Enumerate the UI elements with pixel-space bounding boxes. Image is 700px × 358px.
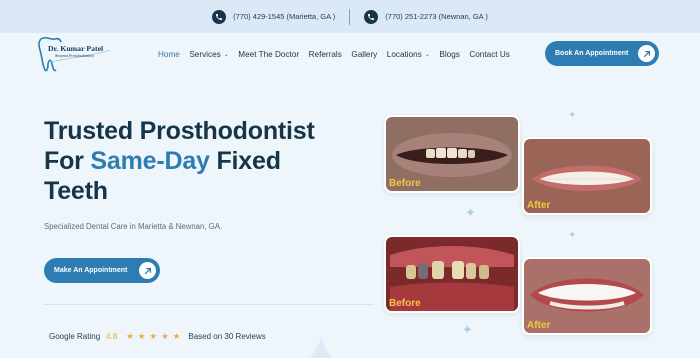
arrow-up-right-icon bbox=[638, 45, 655, 62]
hero-title-highlight: Same-Day bbox=[90, 147, 210, 175]
hero-subtitle: Specialized Dental Care in Marietta & Ne… bbox=[44, 222, 223, 231]
hero-title-line1: Trusted Prosthodontist bbox=[44, 117, 315, 145]
logo-tagline: Smyrna Prosthodontics bbox=[55, 53, 94, 58]
phone-icon bbox=[212, 9, 227, 24]
chevron-down-icon: ⌄ bbox=[223, 52, 229, 58]
before-photo-2: Before bbox=[384, 235, 520, 313]
nav-home[interactable]: Home bbox=[158, 50, 180, 59]
hero-title-for: For bbox=[44, 147, 91, 175]
book-appointment-label: Book An Appointment bbox=[555, 50, 629, 57]
make-appointment-label: Make An Appointment bbox=[54, 267, 128, 274]
rating-reviews[interactable]: Based on 30 Reviews bbox=[188, 332, 265, 341]
phone-newnan-text[interactable]: (770) 251-2273 (Newnan, GA ) bbox=[385, 12, 488, 21]
phone-newnan[interactable]: (770) 251-2273 (Newnan, GA ) bbox=[364, 9, 488, 24]
phone-icon bbox=[364, 9, 379, 24]
hero-title: Trusted Prosthodontist For Same-Day Fixe… bbox=[44, 116, 374, 206]
sparkle-icon: ✦ bbox=[568, 110, 577, 121]
rating-label: Google Rating bbox=[49, 332, 101, 341]
sparkle-icon: ✦ bbox=[465, 205, 476, 220]
book-appointment-button[interactable]: Book An Appointment bbox=[545, 41, 659, 66]
sparkle-icon: ✦ bbox=[568, 230, 577, 241]
phone-marietta[interactable]: (770) 429-1545 (Marietta, GA ) bbox=[212, 9, 335, 24]
hero-title-line3: Teeth bbox=[44, 177, 108, 205]
star-rating-icon: ★★★★★ bbox=[126, 331, 185, 341]
nav-services-label: Services bbox=[189, 50, 221, 59]
decorative-drop-icon bbox=[309, 333, 333, 358]
chevron-down-icon: ⌄ bbox=[424, 52, 430, 58]
top-contact-bar: (770) 429-1545 (Marietta, GA ) (770) 251… bbox=[0, 0, 700, 33]
after-caption: After bbox=[527, 320, 551, 331]
hero-title-after: Fixed bbox=[209, 147, 281, 175]
before-photo-1: Before bbox=[384, 115, 520, 193]
hero-divider bbox=[44, 304, 374, 305]
nav-contact-us[interactable]: Contact Us bbox=[469, 50, 510, 59]
nav-gallery[interactable]: Gallery bbox=[351, 50, 377, 59]
after-caption: After bbox=[527, 200, 551, 211]
before-caption: Before bbox=[389, 298, 421, 309]
before-caption: Before bbox=[389, 178, 421, 189]
arrow-up-right-icon bbox=[139, 262, 156, 279]
nav-locations-label: Locations bbox=[386, 50, 422, 59]
site-header: Dr. Kumar Patel Smyrna Prosthodontics Ho… bbox=[0, 33, 700, 78]
main-nav: Home Services ⌄ Meet The Doctor Referrals… bbox=[158, 50, 510, 59]
logo-name: Dr. Kumar Patel bbox=[48, 44, 104, 53]
make-appointment-button[interactable]: Make An Appointment bbox=[44, 258, 160, 283]
nav-services[interactable]: Services ⌄ bbox=[189, 50, 228, 59]
nav-blogs[interactable]: Blogs bbox=[439, 50, 459, 59]
nav-meet-the-doctor[interactable]: Meet The Doctor bbox=[238, 50, 299, 59]
after-photo-2: After bbox=[522, 257, 652, 335]
rating-score: 4.8 bbox=[106, 332, 118, 341]
sparkle-icon: ✦ bbox=[462, 322, 473, 337]
nav-locations[interactable]: Locations ⌄ bbox=[387, 50, 430, 59]
nav-referrals[interactable]: Referrals bbox=[309, 50, 342, 59]
after-photo-1: After bbox=[522, 137, 652, 215]
google-rating: Google Rating 4.8 ★★★★★ Based on 30 Revi… bbox=[49, 331, 266, 342]
topbar-divider bbox=[349, 8, 351, 25]
phone-marietta-text[interactable]: (770) 429-1545 (Marietta, GA ) bbox=[233, 12, 335, 21]
logo[interactable]: Dr. Kumar Patel Smyrna Prosthodontics bbox=[38, 34, 118, 74]
